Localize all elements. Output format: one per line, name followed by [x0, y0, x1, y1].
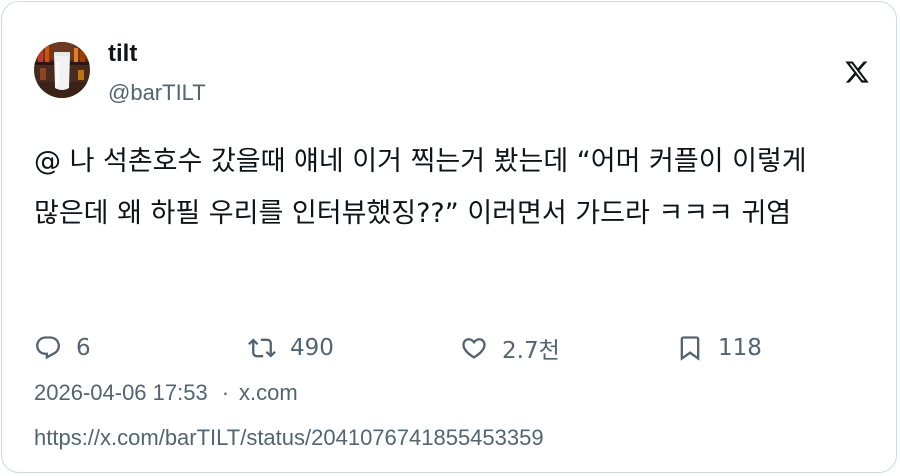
retweet-count: 490 — [290, 335, 334, 361]
heart-icon — [462, 338, 486, 359]
avatar-image — [34, 42, 90, 98]
bookmark-count: 118 — [718, 335, 762, 361]
x-logo-icon[interactable] — [843, 59, 871, 85]
tweet-url[interactable]: https://x.com/barTILT/status/20410767418… — [34, 425, 544, 451]
tweet-meta: 2026-04-06 17:53 · x.com — [34, 380, 298, 406]
source-link[interactable]: x.com — [239, 380, 298, 405]
bookmark-button[interactable]: 118 — [676, 332, 762, 364]
meta-separator: · — [221, 380, 230, 405]
tweet-timestamp[interactable]: 2026-04-06 17:53 — [34, 380, 208, 405]
retweet-button[interactable]: 490 — [248, 332, 334, 364]
tweet-card: tilt @barTILT @ 나 석촌호수 갔을때 얘네 이거 찍는거 봤는데… — [1, 1, 897, 473]
like-count: 2.7천 — [502, 338, 560, 364]
retweet-icon — [248, 338, 276, 358]
like-button[interactable]: 2.7천 — [460, 332, 560, 364]
reply-button[interactable]: 6 — [34, 332, 91, 364]
reply-icon — [36, 336, 60, 360]
tweet-text: @ 나 석촌호수 갔을때 얘네 이거 찍는거 봤는데 “어머 커플이 이렇게 많… — [34, 146, 807, 229]
reply-count: 6 — [76, 335, 91, 361]
avatar[interactable] — [34, 42, 90, 98]
author-name[interactable]: tilt — [108, 40, 137, 68]
author-handle[interactable]: @barTILT — [108, 80, 206, 106]
bookmark-icon — [680, 336, 700, 361]
